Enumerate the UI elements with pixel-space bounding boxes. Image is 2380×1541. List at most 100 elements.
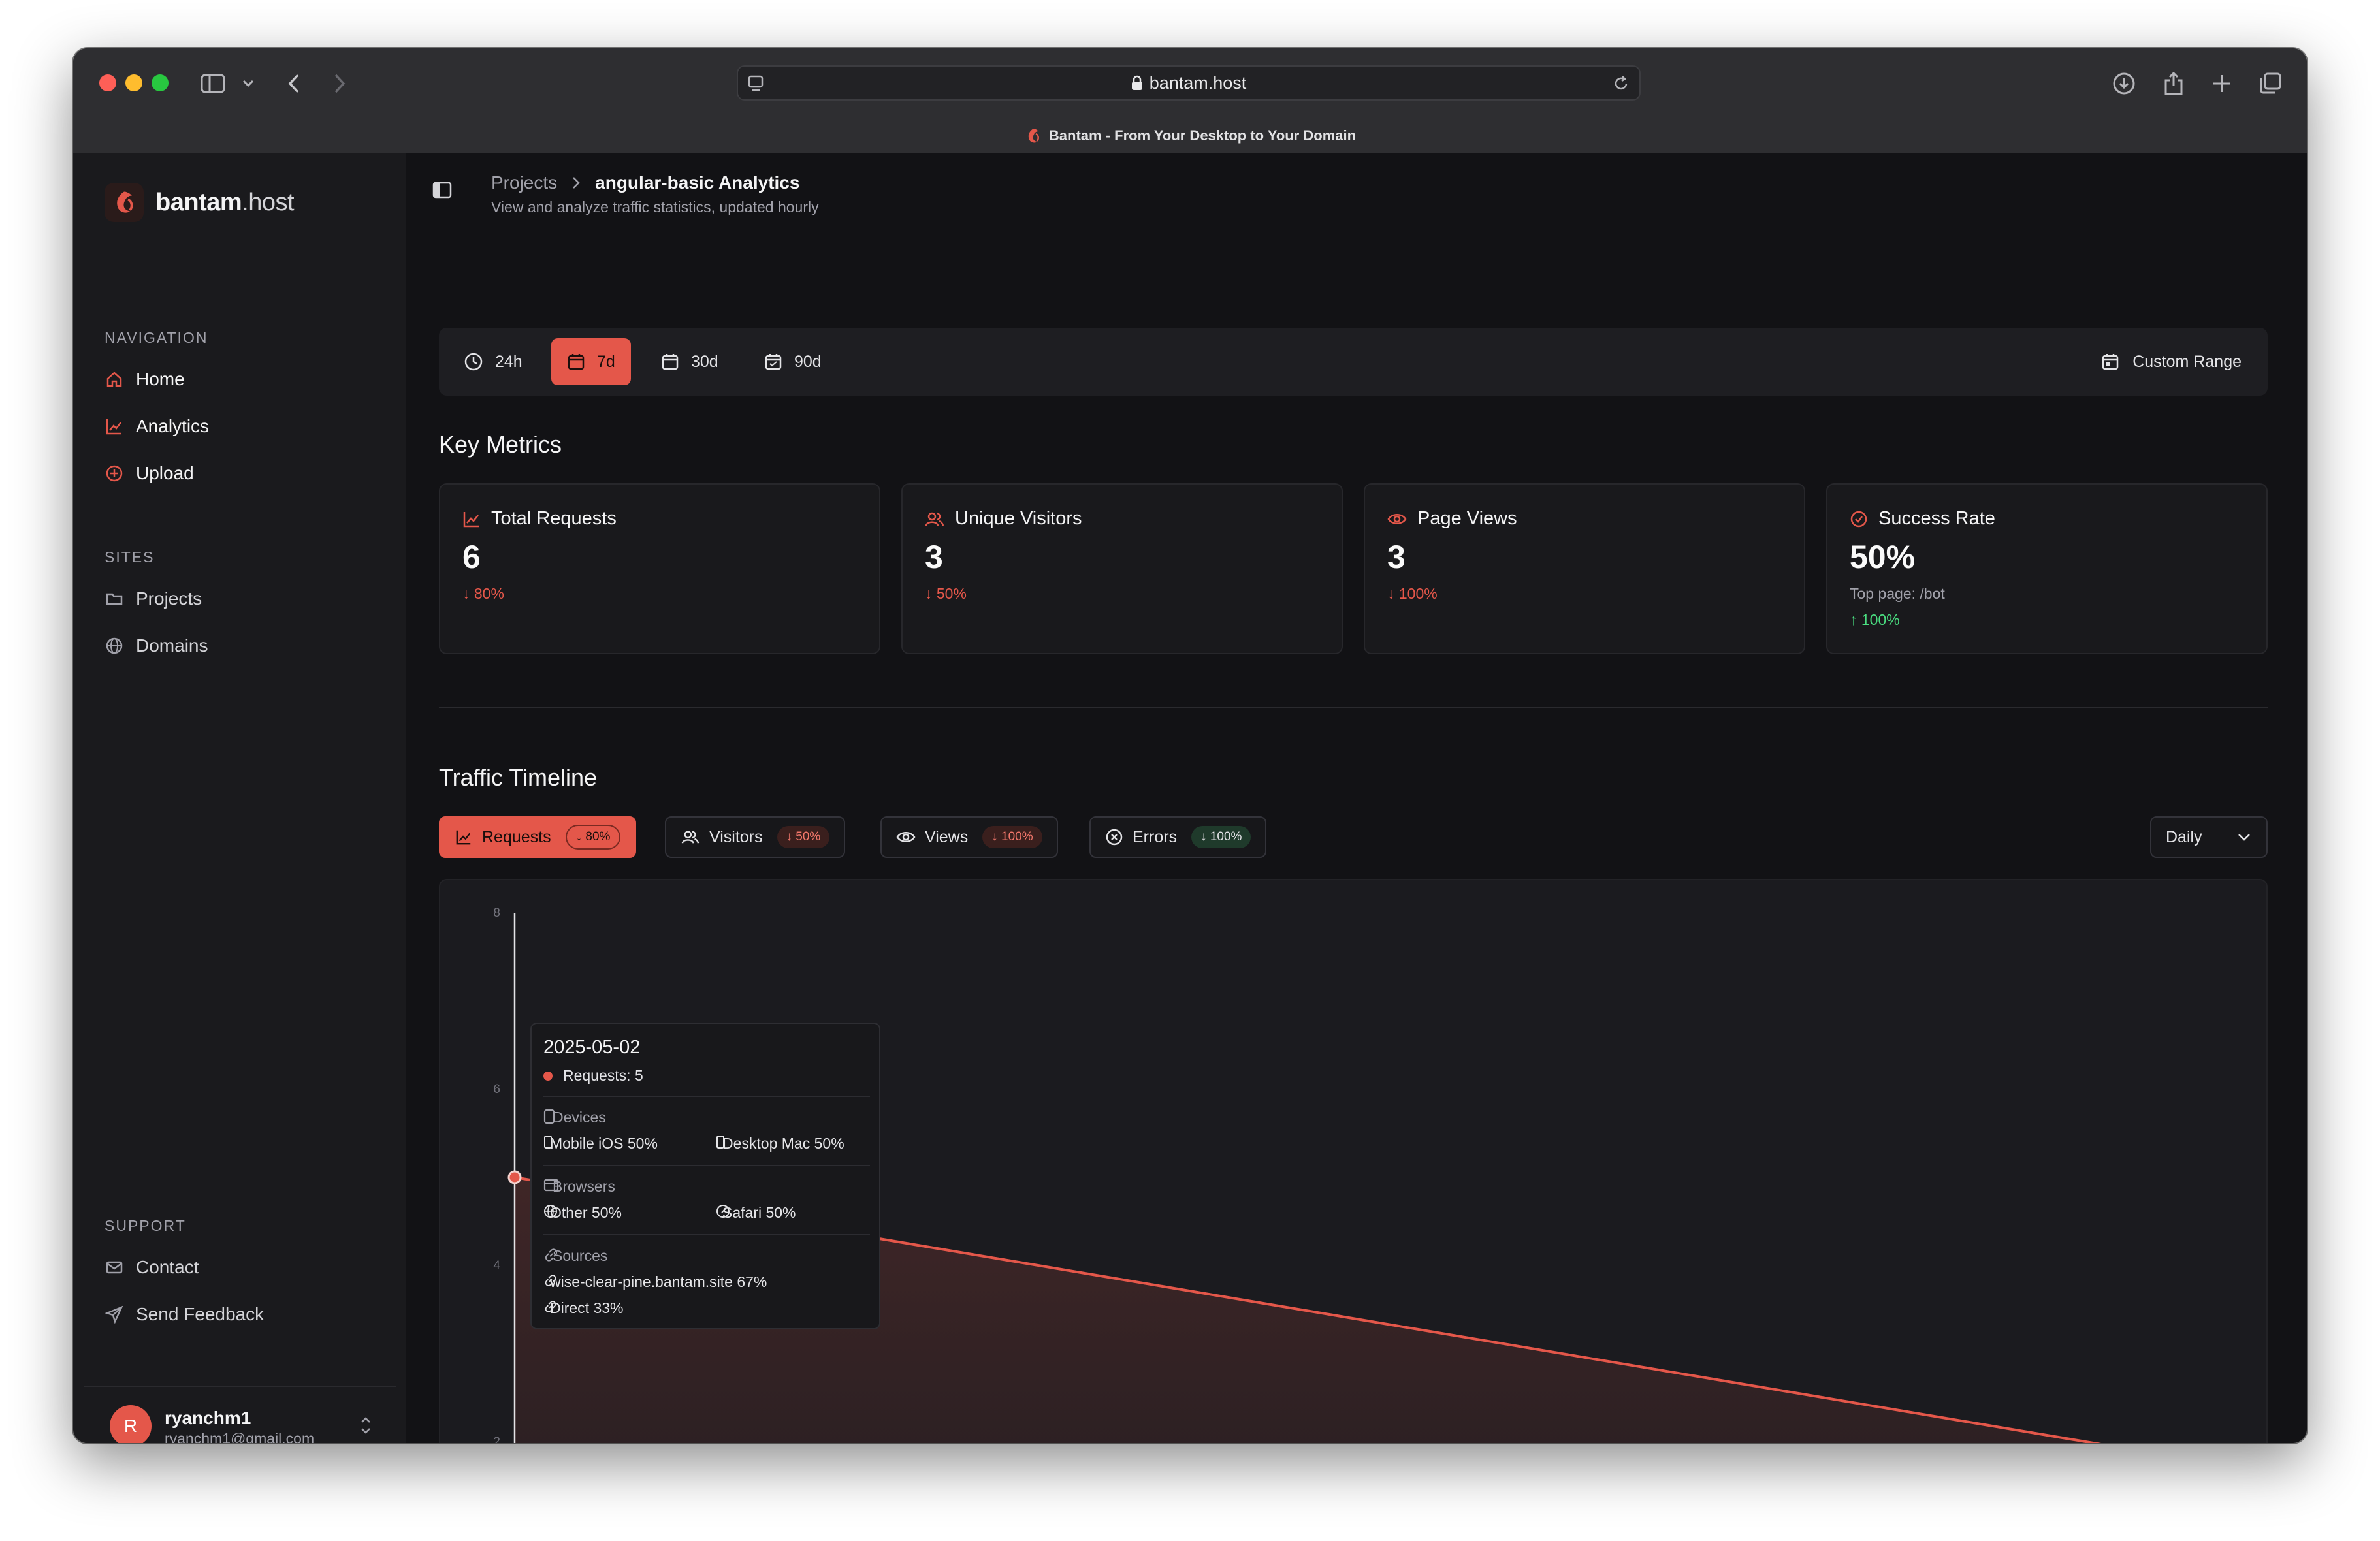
chart-tooltip: 2025-05-02 Requests: 5 Devices Mobile iO… xyxy=(530,1023,880,1329)
series-color-dot xyxy=(543,1071,553,1081)
sidebar-toggle-icon[interactable] xyxy=(200,71,226,97)
tooltip-browser-item: Other 50% xyxy=(543,1204,622,1222)
home-icon xyxy=(105,370,124,389)
reload-icon[interactable] xyxy=(1612,74,1630,97)
metric-card-page-views: Page Views 3 ↓ 100% xyxy=(1364,483,1805,654)
traffic-timeline-heading: Traffic Timeline xyxy=(439,764,598,791)
metric-card-unique-visitors: Unique Visitors 3 ↓ 50% xyxy=(901,483,1343,654)
tooltip-device-item: Mobile iOS 50% xyxy=(543,1135,658,1152)
series-label: Visitors xyxy=(709,827,763,846)
users-icon xyxy=(925,510,944,528)
y-tick-label: 8 xyxy=(493,906,500,920)
check-circle-icon xyxy=(1850,510,1868,528)
sidebar-item-send-feedback[interactable]: Send Feedback xyxy=(105,1298,379,1331)
chart-line-icon xyxy=(105,417,124,436)
share-icon[interactable] xyxy=(2161,71,2187,97)
chevron-down-icon[interactable] xyxy=(235,71,261,97)
series-badge: ↓ 100% xyxy=(982,826,1042,848)
tooltip-browser-item: Safari 50% xyxy=(716,1204,796,1222)
upload-circle-icon xyxy=(105,464,124,483)
custom-range-button[interactable]: Custom Range xyxy=(2101,338,2242,385)
breadcrumb-projects-link[interactable]: Projects xyxy=(491,172,557,193)
active-tab[interactable]: Bantam - From Your Desktop to Your Domai… xyxy=(73,119,2307,153)
browser-window: bantam.host Bantam - From Your Desktop t… xyxy=(73,48,2307,1443)
range-button-24h[interactable]: 24h xyxy=(448,338,538,385)
metric-title: Unique Visitors xyxy=(955,508,1082,529)
calendar-check-icon xyxy=(764,353,782,371)
x-circle-icon xyxy=(1105,828,1123,846)
bantam-logo-icon xyxy=(105,183,144,222)
user-menu[interactable]: R ryanchm1 ryanchm1@gmail.com xyxy=(84,1386,396,1443)
bantam-favicon-icon xyxy=(1024,127,1042,145)
tooltip-source-item: Direct 33% xyxy=(543,1299,623,1317)
sidebar-item-label: Upload xyxy=(136,463,194,483)
tab-overview-icon[interactable] xyxy=(2257,71,2283,97)
y-tick-label: 2 xyxy=(493,1435,500,1443)
avatar: R xyxy=(110,1405,152,1443)
metric-value: 3 xyxy=(925,539,943,575)
sidebar-item-projects[interactable]: Projects xyxy=(105,582,379,615)
series-label: Views xyxy=(925,827,969,846)
maximize-window-button[interactable] xyxy=(152,74,169,91)
page-subtitle: View and analyze traffic statistics, upd… xyxy=(491,199,819,215)
range-button-30d[interactable]: 30d xyxy=(645,338,734,385)
sidebar-item-label: Home xyxy=(136,369,185,389)
period-select[interactable]: Daily xyxy=(2150,816,2268,858)
back-icon[interactable] xyxy=(281,71,307,97)
y-tick-label: 6 xyxy=(493,1083,500,1096)
url-text: bantam.host xyxy=(1149,72,1247,93)
chevron-up-down-icon[interactable] xyxy=(358,1414,374,1440)
metric-title: Total Requests xyxy=(491,508,617,529)
series-badge: ↓ 80% xyxy=(565,825,621,850)
tooltip-requests: Requests: 5 xyxy=(543,1067,643,1085)
browser-titlebar: bantam.host Bantam - From Your Desktop t… xyxy=(73,48,2307,153)
series-button-errors[interactable]: Errors ↓ 100% xyxy=(1089,816,1267,858)
key-metrics-heading: Key Metrics xyxy=(439,431,562,458)
navigation-label: NAVIGATION xyxy=(105,329,208,346)
series-badge: ↓ 50% xyxy=(777,826,830,848)
sidebar-item-analytics[interactable]: Analytics xyxy=(105,410,379,443)
sidebar-item-label: Analytics xyxy=(136,416,210,436)
series-button-visitors[interactable]: Visitors ↓ 50% xyxy=(665,816,846,858)
series-button-requests[interactable]: Requests ↓ 80% xyxy=(439,816,637,858)
folder-icon xyxy=(105,589,124,609)
range-button-90d[interactable]: 90d xyxy=(748,338,837,385)
traffic-chart: 8 6 4 2 2025-05-02 Requests: 5 Devices Mobi… xyxy=(439,879,2268,1443)
download-icon[interactable] xyxy=(2111,71,2137,97)
main-content: Projects angular-basic Analytics View an… xyxy=(406,153,2307,1443)
tooltip-devices-heading: Devices xyxy=(543,1109,606,1126)
series-label: Errors xyxy=(1133,827,1178,846)
sidebar-item-upload[interactable]: Upload xyxy=(105,457,379,490)
minimize-window-button[interactable] xyxy=(125,74,142,91)
new-tab-icon[interactable] xyxy=(2209,71,2235,97)
metric-delta: ↓ 50% xyxy=(925,585,967,602)
chart-data-point[interactable] xyxy=(507,1170,522,1184)
sidebar: bantam.host NAVIGATION Home Analytics Up… xyxy=(73,153,406,1443)
series-button-views[interactable]: Views ↓ 100% xyxy=(880,816,1058,858)
address-bar[interactable]: bantam.host xyxy=(737,65,1641,101)
close-window-button[interactable] xyxy=(99,74,116,91)
user-name: ryanchm1 xyxy=(165,1408,251,1428)
period-value: Daily xyxy=(2166,827,2202,846)
calendar-range-icon xyxy=(2101,353,2119,371)
chevron-right-icon xyxy=(571,176,581,190)
range-button-7d[interactable]: 7d xyxy=(551,338,631,385)
metric-delta: ↓ 80% xyxy=(462,585,504,602)
metric-card-success-rate: Success Rate 50% Top page: /bot ↑ 100% xyxy=(1826,483,2268,654)
mail-icon xyxy=(105,1258,124,1277)
breadcrumb: Projects angular-basic Analytics xyxy=(491,172,799,193)
send-icon xyxy=(105,1305,124,1324)
tooltip-divider xyxy=(543,1165,870,1166)
forward-icon[interactable] xyxy=(327,71,353,97)
sidebar-item-contact[interactable]: Contact xyxy=(105,1251,379,1284)
tab-title: Bantam - From Your Desktop to Your Domai… xyxy=(1048,127,1357,144)
sidebar-item-label: Contact xyxy=(136,1257,199,1277)
sidebar-item-domains[interactable]: Domains xyxy=(105,629,379,662)
tooltip-browsers-heading: Browsers xyxy=(543,1178,615,1196)
page-settings-icon[interactable] xyxy=(747,74,765,97)
sidebar-collapse-icon[interactable] xyxy=(432,182,452,202)
users-icon xyxy=(681,829,700,846)
brand[interactable]: bantam.host xyxy=(105,183,295,222)
eye-icon xyxy=(896,829,916,845)
sidebar-item-home[interactable]: Home xyxy=(105,363,379,396)
